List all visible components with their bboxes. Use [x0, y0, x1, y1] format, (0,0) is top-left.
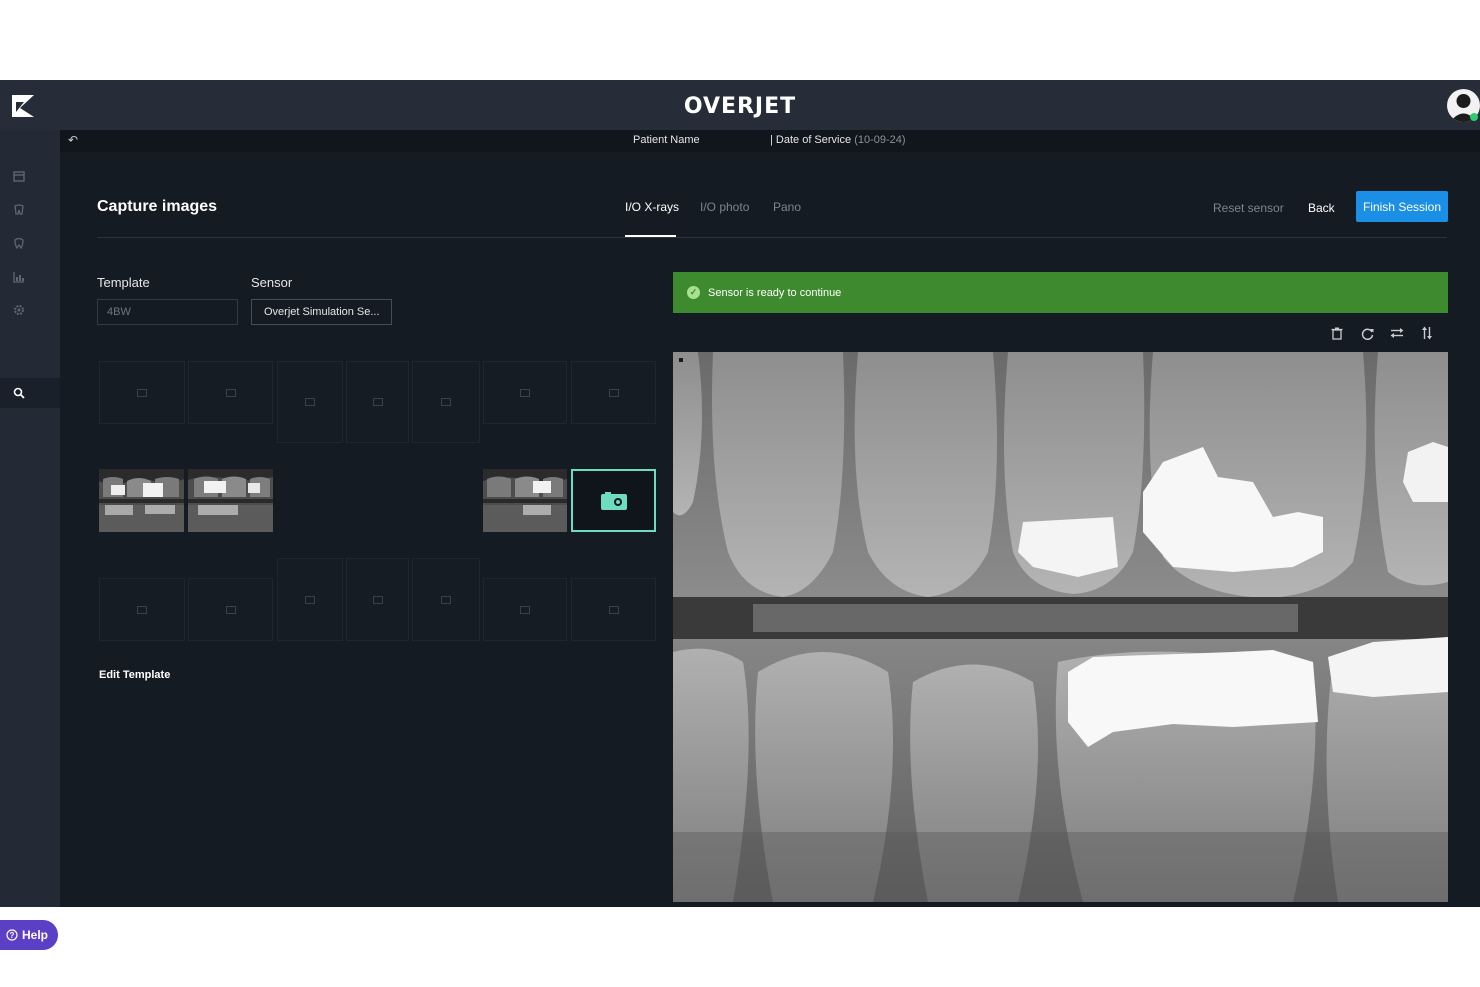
template-label: Template	[97, 275, 150, 290]
settings-icon[interactable]	[10, 301, 28, 319]
calendar-icon[interactable]	[10, 167, 28, 185]
template-slot[interactable]	[412, 361, 480, 443]
image-placeholder-icon	[225, 605, 236, 614]
reset-sensor-button[interactable]: Reset sensor	[1213, 201, 1284, 215]
date-of-service: | Date of Service (10-09-24)	[770, 134, 906, 146]
image-placeholder-icon	[520, 388, 530, 397]
patient-bar: ↶ Patient Name | Date of Service (10-09-…	[60, 130, 1480, 152]
sensor-select[interactable]: Overjet Simulation Se...	[251, 299, 392, 325]
dental-xray-image	[673, 352, 1448, 902]
template-slot[interactable]	[188, 578, 273, 641]
edit-template-link[interactable]: Edit Template	[99, 669, 170, 681]
template-slot[interactable]	[483, 578, 567, 641]
image-placeholder-icon	[372, 398, 383, 406]
image-placeholder-icon	[608, 605, 619, 614]
back-button[interactable]: Back	[1308, 201, 1335, 215]
patient-name: Patient Name	[633, 134, 700, 146]
image-placeholder-icon	[305, 595, 315, 604]
flip-vertical-icon[interactable]	[1419, 325, 1435, 341]
brand-title: OVERJET	[683, 94, 797, 119]
page-title: Capture images	[97, 198, 218, 215]
sensor-status-banner: ✓ Sensor is ready to continue	[673, 272, 1448, 313]
image-placeholder-icon	[305, 398, 315, 406]
image-placeholder-icon	[608, 388, 619, 397]
image-placeholder-icon	[137, 605, 147, 614]
template-slot[interactable]	[571, 361, 656, 424]
template-field[interactable]: 4BW	[97, 299, 238, 325]
template-slot[interactable]	[412, 558, 480, 641]
template-slot[interactable]	[346, 558, 409, 641]
image-placeholder-icon	[441, 595, 451, 604]
online-status-dot	[1470, 113, 1478, 121]
check-circle-icon: ✓	[687, 286, 700, 299]
template-slot[interactable]	[188, 361, 273, 424]
top-bar: OVERJET	[0, 80, 1480, 130]
camera-icon	[600, 491, 627, 510]
help-icon: ?	[6, 929, 18, 941]
finish-session-button[interactable]: Finish Session	[1356, 191, 1448, 222]
search-icon[interactable]	[10, 384, 28, 402]
image-placeholder-icon	[137, 388, 147, 397]
template-slot[interactable]	[277, 361, 343, 443]
sensor-status-message: Sensor is ready to continue	[708, 286, 842, 299]
tooth-icon[interactable]	[10, 234, 28, 252]
sidebar: ? Help	[0, 130, 60, 950]
date-of-service-value: (10-09-24)	[854, 134, 906, 146]
tab-io-photo[interactable]: I/O photo	[700, 200, 749, 214]
sensor-label: Sensor	[251, 275, 293, 290]
help-button[interactable]: ? Help	[0, 920, 58, 950]
capture-slot-active[interactable]	[571, 469, 656, 532]
date-of-service-label: | Date of Service	[770, 134, 852, 146]
analytics-icon[interactable]	[10, 268, 28, 286]
image-placeholder-icon	[225, 388, 236, 397]
back-arrow-icon[interactable]: ↶	[68, 133, 78, 147]
tooth-chart-icon[interactable]	[10, 201, 28, 219]
rotate-icon[interactable]	[1359, 325, 1375, 341]
captured-xray-thumbnail[interactable]	[99, 469, 184, 532]
template-slot[interactable]	[346, 361, 409, 443]
image-placeholder-icon	[520, 605, 530, 614]
template-slot[interactable]	[277, 558, 343, 641]
captured-xray-thumbnail[interactable]	[188, 469, 273, 532]
header-divider	[97, 237, 1447, 238]
template-slot[interactable]	[99, 578, 185, 641]
tab-pano[interactable]: Pano	[773, 200, 801, 214]
flip-horizontal-icon[interactable]	[1389, 325, 1405, 341]
app-window: OVERJET ? Help ↶ Patient Name | Date of …	[0, 80, 1480, 950]
xray-image-viewer[interactable]	[673, 352, 1448, 902]
template-slot[interactable]	[99, 361, 185, 424]
svg-text:?: ?	[10, 931, 15, 940]
help-label: Help	[22, 928, 49, 942]
captured-xray-thumbnail[interactable]	[483, 469, 567, 532]
tab-io-xrays[interactable]: I/O X-rays	[625, 200, 679, 214]
sidebar-active-highlight	[0, 378, 60, 408]
template-slot[interactable]	[571, 578, 656, 641]
image-placeholder-icon	[441, 398, 451, 406]
trash-icon[interactable]	[1329, 325, 1345, 341]
template-slot[interactable]	[483, 361, 567, 424]
image-placeholder-icon	[372, 595, 383, 604]
